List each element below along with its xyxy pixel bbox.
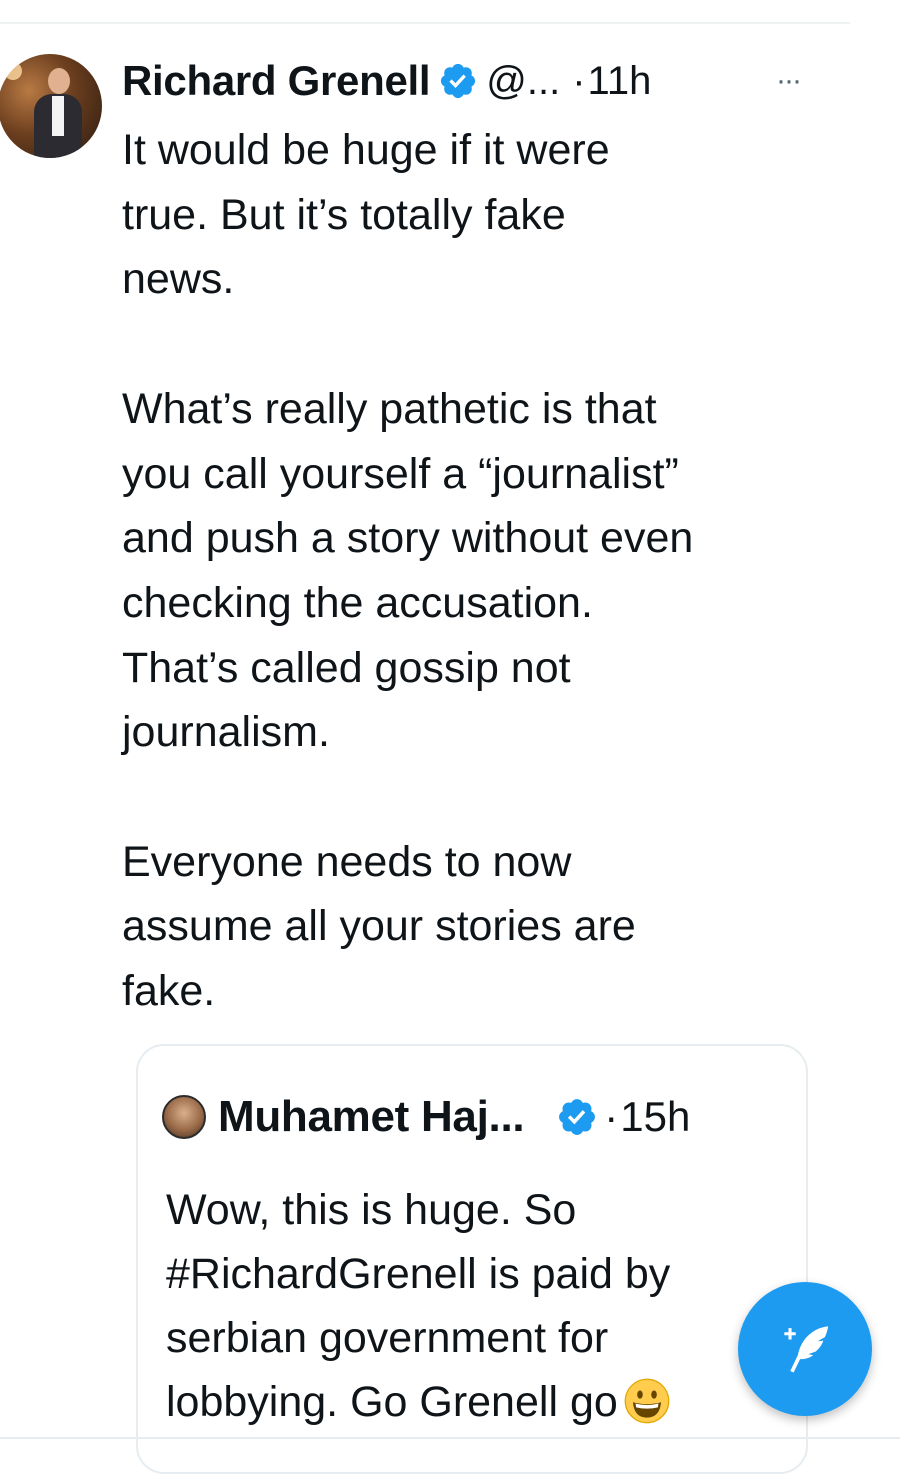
- quoted-header-separator: ·: [604, 1093, 619, 1140]
- author-avatar[interactable]: [0, 54, 102, 158]
- quoted-tweet-body: Wow, this is huge. So #RichardGrenell is…: [166, 1186, 671, 1426]
- quoted-author-name[interactable]: Muhamet Haj...: [218, 1092, 525, 1142]
- verified-badge-icon: [559, 1099, 596, 1135]
- more-horizontal-icon[interactable]: ···: [776, 66, 802, 96]
- quoted-author-avatar[interactable]: [162, 1095, 206, 1139]
- tweet-text: It would be huge if it were true. But it…: [122, 126, 694, 1016]
- header-separator: ·: [572, 58, 586, 103]
- verified-badge-icon: [441, 63, 476, 99]
- quoted-tweet-card[interactable]: Muhamet Haj... · 15h Wow, this is huge. …: [136, 1044, 808, 1474]
- grinning-face-emoji-icon: [624, 1378, 670, 1424]
- compose-tweet-button[interactable]: [738, 1282, 872, 1416]
- quoted-tweet-timestamp[interactable]: 15h: [620, 1093, 690, 1141]
- bottom-divider: [0, 1437, 900, 1439]
- top-divider: [0, 22, 850, 24]
- author-name[interactable]: Richard Grenell: [122, 57, 431, 105]
- tweet-header: Richard Grenell @... · 11h: [122, 56, 651, 106]
- compose-tweet-icon: [784, 1326, 829, 1373]
- quoted-tweet-text: Wow, this is huge. So #RichardGrenell is…: [166, 1178, 786, 1434]
- author-handle[interactable]: @...: [486, 59, 560, 104]
- tweet-timestamp[interactable]: 11h: [588, 59, 652, 104]
- quoted-tweet-header: Muhamet Haj... · 15h: [162, 1092, 690, 1142]
